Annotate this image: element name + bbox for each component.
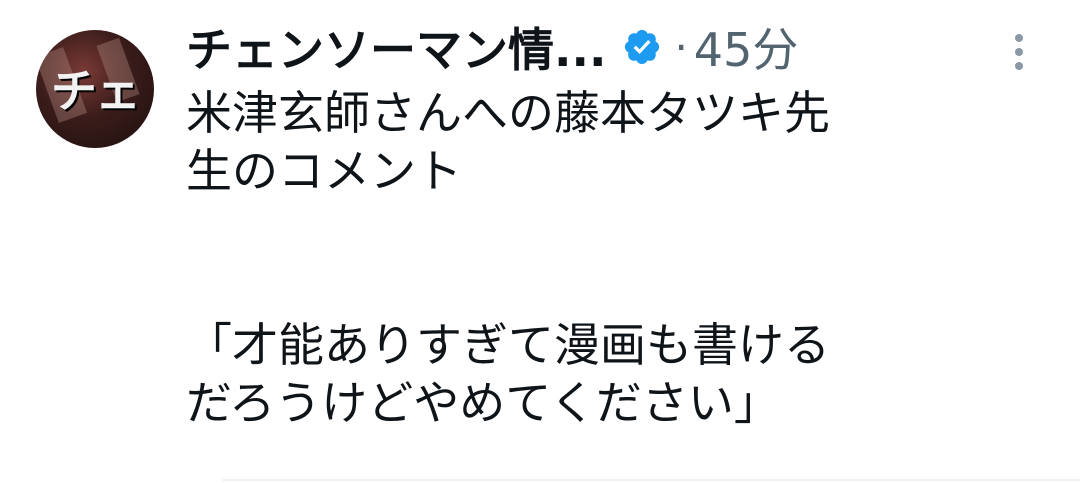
separator-dot: · [674, 22, 688, 72]
tweet-text-line: 「才能ありすぎて漫画も書ける [186, 318, 830, 372]
more-vertical-icon[interactable] [1011, 34, 1027, 82]
tweet-text-line: だろうけどやめてください」 [186, 376, 780, 430]
avatar[interactable]: チェ [36, 30, 154, 148]
verified-badge-icon [625, 29, 660, 65]
divider [222, 479, 1080, 481]
tweet-text-line: 生のコメント [186, 144, 462, 198]
display-name[interactable]: チェンソーマン情... [186, 14, 606, 80]
tweet-header: チェンソーマン情... · 45分 [186, 14, 798, 80]
timestamp[interactable]: 45分 [694, 14, 799, 80]
tweet-text: 米津玄師さんへの藤本タツキ先 生のコメント 「才能ありすぎて漫画も書ける だろう… [186, 84, 1066, 432]
tweet[interactable]: チェ チェンソーマン情... · 45分 米津玄師さんへの藤本タツキ先 生のコメ… [0, 0, 1080, 483]
tweet-text-line: 米津玄師さんへの藤本タツキ先 [186, 86, 830, 140]
avatar-logo-text: チェ [51, 64, 141, 118]
